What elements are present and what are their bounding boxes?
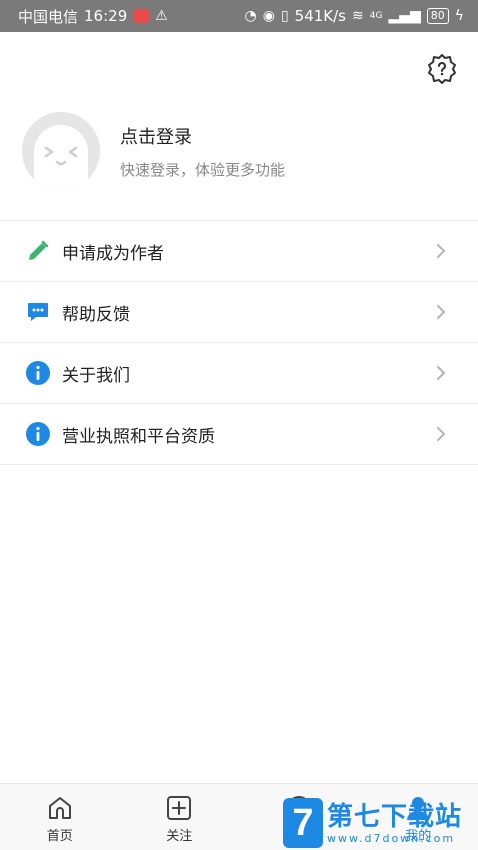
tab-label: 首页 xyxy=(46,829,73,844)
menu-item-about-us[interactable]: 关于我们 xyxy=(0,343,478,404)
chevron-right-icon xyxy=(437,366,446,380)
gear-icon xyxy=(428,54,456,84)
menu-item-label: 申请成为作者 xyxy=(62,243,164,264)
speedometer-icon: ◔ xyxy=(244,8,257,24)
app-notification-icon xyxy=(133,9,150,23)
menu-item-help-feedback[interactable]: 帮助反馈 xyxy=(0,282,478,343)
tab-follow[interactable]: 关注 xyxy=(120,784,240,850)
status-bar: 中国电信 16:29 ⚠ ◔ ◉ ▯ 541K/s ≋ 4G ▂▄▆ 80 ϟ xyxy=(0,0,478,32)
menu-item-label: 营业执照和平台资质 xyxy=(62,426,215,447)
plus-square-icon xyxy=(167,796,192,820)
menu-item-label: 关于我们 xyxy=(62,365,130,386)
chevron-right-icon xyxy=(437,305,446,319)
watermark-text: 第七下载站 www.d7down.com xyxy=(327,802,462,845)
login-title[interactable]: 点击登录 xyxy=(120,123,285,149)
menu-item-become-author[interactable]: 申请成为作者 xyxy=(0,221,478,282)
chevron-right-icon xyxy=(437,244,446,258)
login-profile[interactable]: 点击登录 快速登录，体验更多功能 xyxy=(22,112,462,190)
ghost-avatar-icon xyxy=(22,112,100,190)
status-bar-left: 中国电信 16:29 ⚠ xyxy=(18,6,168,27)
tab-label: 关注 xyxy=(166,829,193,844)
pencil-icon xyxy=(26,239,50,263)
watermark-title: 第七下载站 xyxy=(327,801,463,832)
chat-icon xyxy=(26,300,50,324)
chevron-right-icon xyxy=(437,427,446,441)
network-speed: 541K/s xyxy=(294,7,346,25)
tab-home[interactable]: 首页 xyxy=(0,784,120,850)
eye-icon: ◉ xyxy=(262,8,275,24)
status-bar-right: ◔ ◉ ▯ 541K/s ≋ 4G ▂▄▆ 80 ϟ xyxy=(245,7,465,25)
charging-icon: ϟ xyxy=(454,8,464,24)
menu-item-label: 帮助反馈 xyxy=(62,304,130,325)
settings-menu: 申请成为作者 帮助反馈 关于我们 营业执照和平台资质 xyxy=(0,220,478,465)
status-time: 16:29 xyxy=(84,7,128,25)
profile-text: 点击登录 快速登录，体验更多功能 xyxy=(120,123,285,180)
wifi-icon: ≋ xyxy=(352,8,364,24)
home-icon xyxy=(48,797,71,819)
settings-button[interactable] xyxy=(426,52,458,86)
vibrate-icon: ▯ xyxy=(280,8,289,24)
menu-item-business-license[interactable]: 营业执照和平台资质 xyxy=(0,404,478,465)
warning-icon: ⚠ xyxy=(155,8,168,24)
network-type: 4G xyxy=(369,11,383,21)
info-icon xyxy=(26,422,50,446)
avatar[interactable] xyxy=(22,112,100,190)
site-watermark: 7 第七下载站 www.d7down.com xyxy=(283,796,478,850)
watermark-badge: 7 xyxy=(283,798,323,848)
carrier-name: 中国电信 xyxy=(18,7,79,26)
battery-level: 80 xyxy=(426,8,449,24)
login-subtitle: 快速登录，体验更多功能 xyxy=(120,160,286,179)
info-icon xyxy=(26,361,50,385)
signal-icon: ▂▄▆ xyxy=(388,8,421,24)
watermark-url: www.d7down.com xyxy=(327,831,456,845)
